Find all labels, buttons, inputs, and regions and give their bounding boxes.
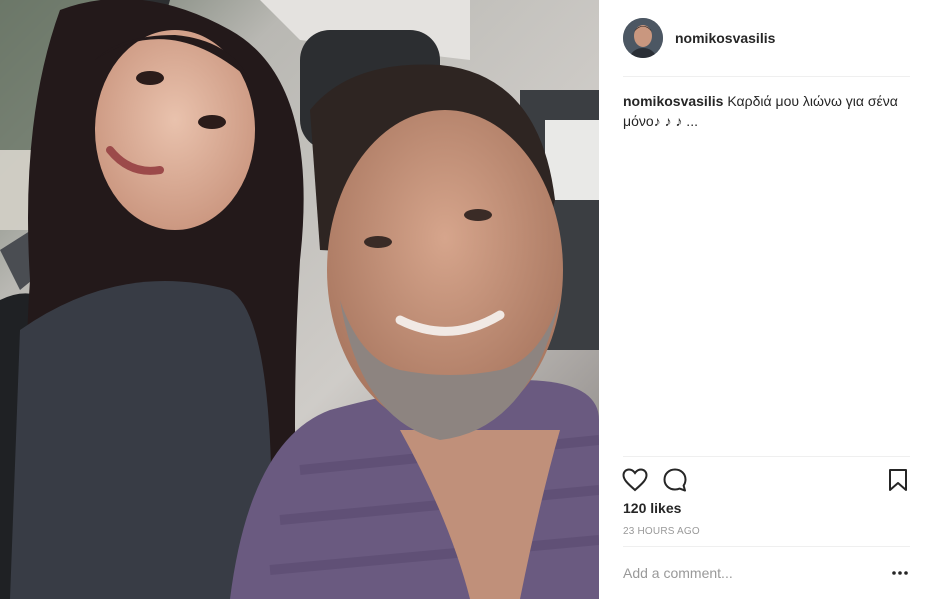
caption-username-link[interactable]: nomikosvasilis	[623, 93, 723, 109]
selfie-image	[0, 0, 599, 599]
comment-form	[623, 560, 910, 586]
avatar-image	[623, 18, 663, 58]
post-caption: nomikosvasilis Καρδιά μου λιώνω για σένα …	[623, 91, 908, 131]
likes-count[interactable]: 120 likes	[623, 500, 681, 516]
comment-input[interactable]	[623, 565, 890, 581]
avatar[interactable]	[623, 18, 663, 58]
post-timestamp[interactable]: 23 HOURS AGO	[623, 526, 700, 537]
comment-divider	[623, 546, 910, 547]
more-options-icon[interactable]	[890, 563, 910, 583]
post-photo[interactable]	[0, 0, 599, 599]
actions-divider	[623, 456, 910, 457]
username-link[interactable]: nomikosvasilis	[675, 30, 775, 46]
post-sidebar: nomikosvasilis nomikosvasilis Καρδιά μου …	[599, 0, 934, 599]
post-header: nomikosvasilis	[623, 18, 910, 58]
bookmark-icon[interactable]	[884, 466, 912, 494]
header-divider	[623, 76, 910, 77]
instagram-post: nomikosvasilis nomikosvasilis Καρδιά μου …	[0, 0, 934, 599]
comment-bubble-icon[interactable]	[661, 466, 689, 494]
heart-icon[interactable]	[621, 466, 649, 494]
post-actions	[621, 466, 912, 494]
